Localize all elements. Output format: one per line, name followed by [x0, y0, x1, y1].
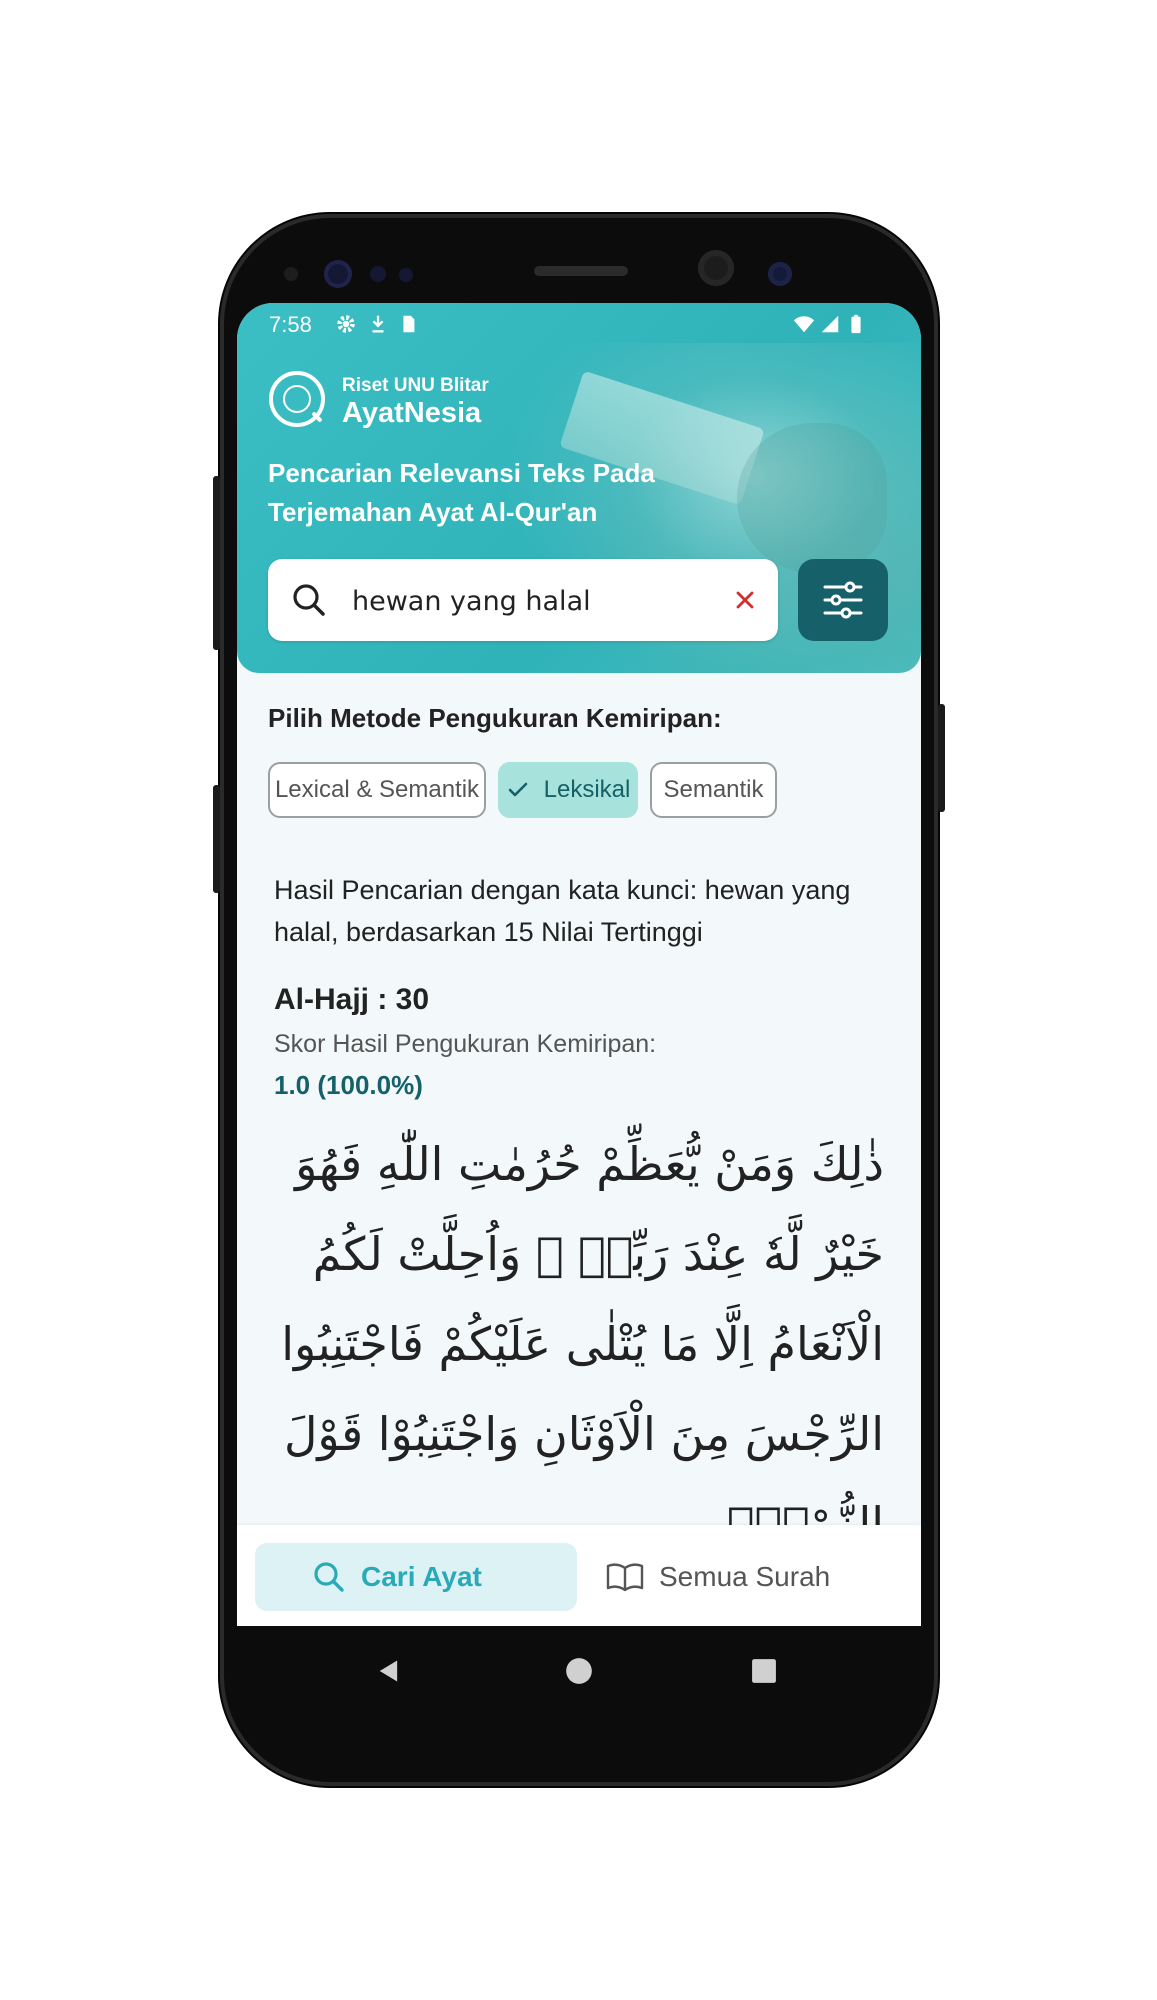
chip-label: Leksikal	[543, 776, 631, 803]
brand-name: AyatNesia	[342, 397, 482, 429]
nav-label: Semua Surah	[659, 1561, 831, 1592]
chip-label: Semantik	[663, 776, 764, 803]
sd-card-icon	[403, 315, 415, 333]
iris-camera	[768, 262, 792, 286]
chip-leksikal[interactable]: Leksikal	[498, 762, 638, 818]
light-sensor	[370, 266, 386, 282]
light-sensor-2	[399, 268, 413, 282]
book-open-icon	[606, 1563, 644, 1592]
nav-label: Cari Ayat	[361, 1561, 482, 1592]
search-icon	[314, 1562, 344, 1592]
recents-icon[interactable]	[751, 1658, 777, 1684]
system-navigation-bar	[237, 1626, 921, 1716]
chip-lexical-semantic[interactable]: Lexical & Semantik	[268, 762, 486, 818]
power-button	[938, 704, 945, 812]
settings-icon	[337, 315, 355, 333]
home-icon[interactable]	[565, 1657, 593, 1685]
chip-label: Lexical & Semantik	[274, 776, 480, 803]
front-camera	[698, 250, 734, 286]
search-bar[interactable]	[268, 559, 778, 641]
bixby-button	[213, 785, 220, 893]
earpiece	[534, 266, 628, 276]
filter-button[interactable]	[798, 559, 888, 641]
sliders-icon	[823, 581, 863, 619]
chip-semantik[interactable]: Semantik	[650, 762, 777, 818]
download-icon	[372, 315, 384, 333]
score-value: 1.0 (100.0%)	[274, 1070, 423, 1100]
result-reference: Al-Hajj : 30	[274, 983, 430, 1016]
app-logo-icon	[269, 371, 325, 427]
method-title: Pilih Metode Pengukuran Kemiripan:	[268, 703, 722, 733]
bottom-navigation: Cari Ayat Semua Surah	[237, 1525, 921, 1626]
iris-sensor	[324, 260, 352, 288]
signal-icon	[821, 315, 839, 333]
search-input[interactable]	[350, 577, 704, 625]
brand-subtitle: Riset UNU Blitar	[342, 375, 489, 396]
search-icon	[293, 584, 325, 616]
nav-semua-surah[interactable]: Semua Surah	[605, 1543, 895, 1611]
score-label: Skor Hasil Pengukuran Kemiripan:	[274, 1030, 657, 1058]
back-icon[interactable]	[375, 1657, 403, 1685]
nav-cari-ayat[interactable]: Cari Ayat	[255, 1543, 577, 1611]
result-summary: Hasil Pencarian dengan kata kunci: hewan…	[274, 875, 851, 947]
check-icon	[508, 782, 527, 797]
proximity-sensor	[284, 267, 298, 281]
volume-button	[213, 476, 220, 650]
wifi-icon	[793, 316, 815, 333]
clear-icon[interactable]	[728, 583, 762, 617]
battery-icon	[851, 314, 861, 334]
arabic-verse: ذٰلِكَ وَمَنْ يُّعَظِّمْ حُرُمٰتِ اللّٰه…	[281, 1137, 884, 1551]
hand-image	[737, 423, 887, 573]
status-time: 7:58	[269, 312, 312, 337]
status-bar: 7:58	[237, 303, 921, 347]
page-title: Pencarian Relevansi Teks Pada Terjemahan…	[268, 458, 655, 527]
app-header: 7:58 Riset UNU Blitar AyatNesia Pencaria…	[237, 303, 921, 673]
app-screen: 7:58 Riset UNU Blitar AyatNesia Pencaria…	[237, 303, 921, 1626]
